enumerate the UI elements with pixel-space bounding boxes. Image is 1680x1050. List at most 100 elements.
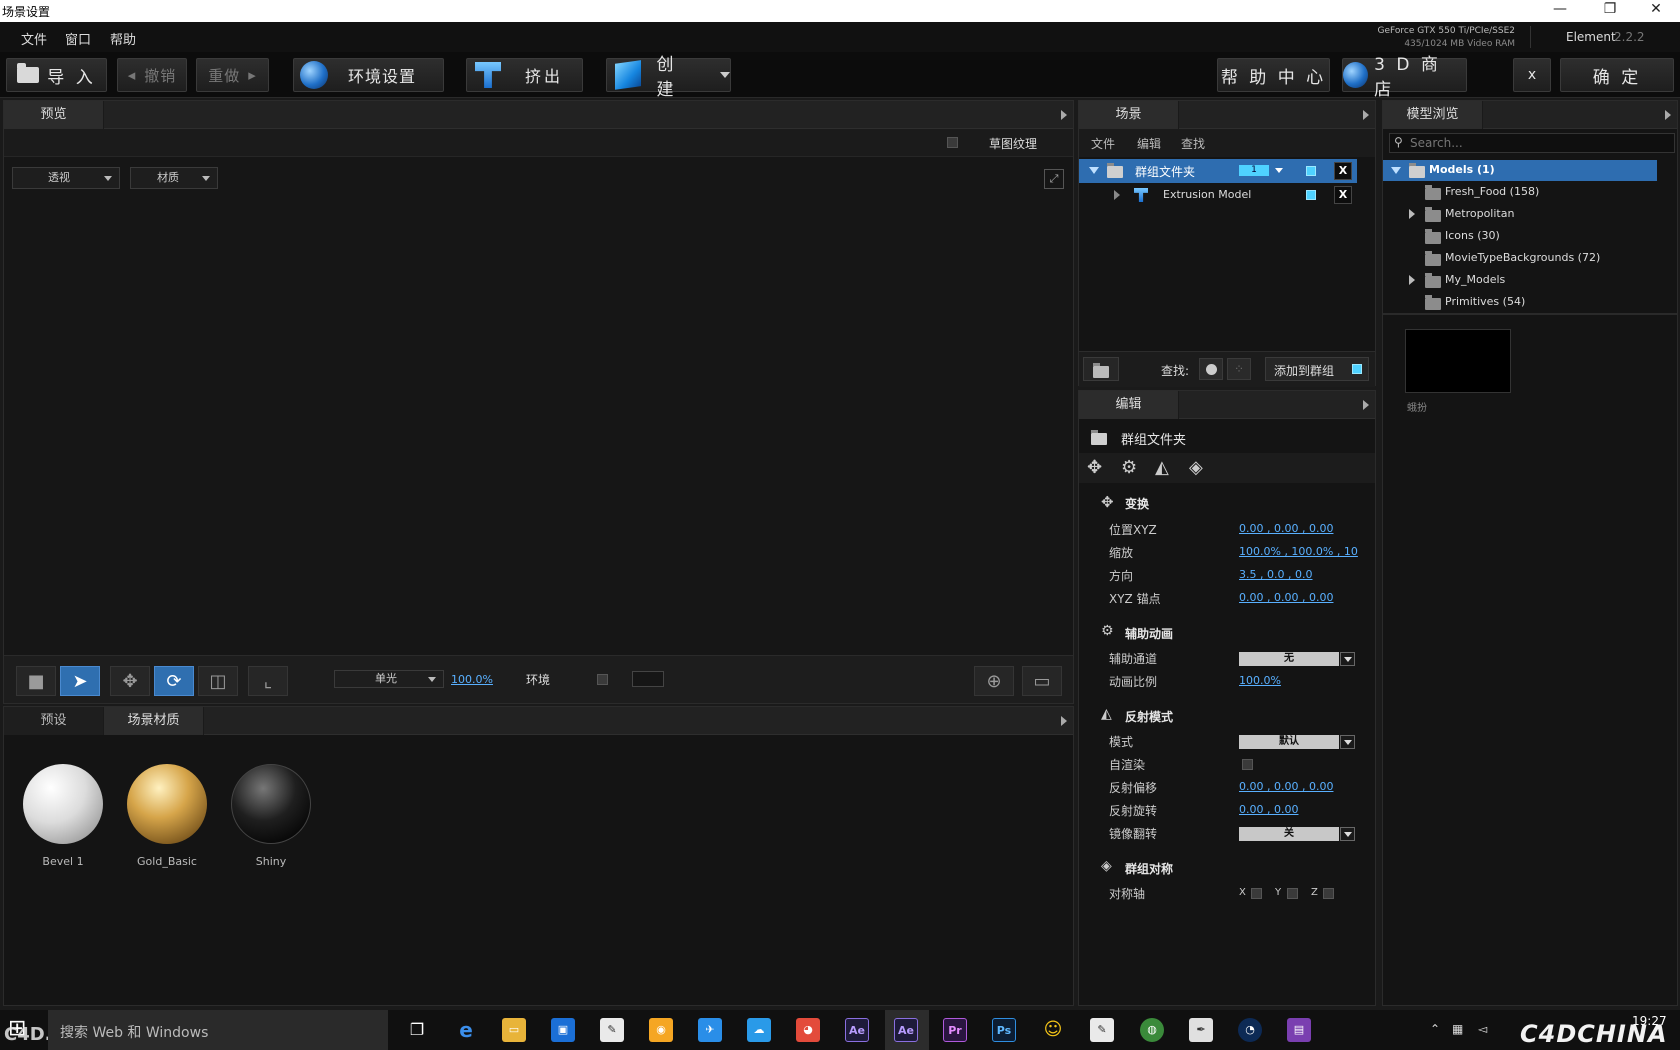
- edge-browser-icon[interactable]: e: [454, 1018, 478, 1042]
- chevron-down-icon[interactable]: [1340, 827, 1355, 841]
- model-item-fresh-food[interactable]: Fresh_Food (158): [1383, 182, 1657, 203]
- chevron-down-icon[interactable]: [1275, 168, 1283, 173]
- ratio-value[interactable]: 100.0%: [1239, 674, 1281, 687]
- premiere-icon[interactable]: Pr: [943, 1018, 967, 1042]
- notepad-icon[interactable]: ✎: [600, 1018, 624, 1042]
- select-arrow-icon[interactable]: ➤: [60, 666, 100, 696]
- scene-menu-edit[interactable]: 编辑: [1137, 135, 1161, 152]
- tab-model-browser[interactable]: 模型浏览: [1383, 101, 1483, 129]
- tab-scene[interactable]: 场景: [1079, 101, 1179, 129]
- panel-expand-icon[interactable]: [1061, 716, 1067, 726]
- ok-button[interactable]: 确 定: [1560, 58, 1674, 92]
- axis-x-checkbox[interactable]: [1251, 888, 1262, 899]
- environment-swatch[interactable]: [632, 671, 664, 687]
- axis-z-checkbox[interactable]: [1323, 888, 1334, 899]
- create-button[interactable]: 创 建: [606, 55, 731, 100]
- rotate-tool-icon[interactable]: ⟳: [154, 666, 194, 696]
- orientation-value[interactable]: 3.5 , 0.0 , 0.0: [1239, 568, 1312, 581]
- rotation-value[interactable]: 0.00 , 0.00: [1239, 803, 1298, 816]
- light-dropdown[interactable]: 单光: [334, 670, 444, 688]
- tab-presets[interactable]: 预设: [4, 707, 104, 735]
- expand-triangle-icon[interactable]: [1114, 190, 1120, 200]
- store-app-icon[interactable]: ▣: [551, 1018, 575, 1042]
- restore-button[interactable]: ❐: [1590, 1, 1630, 21]
- panel-expand-icon[interactable]: [1061, 110, 1067, 120]
- scene-row-extrusion-model[interactable]: Extrusion Model X: [1079, 183, 1357, 207]
- scale-tool-icon[interactable]: ◫: [198, 666, 238, 696]
- help-center-button[interactable]: 帮 助 中 心: [1217, 58, 1330, 92]
- sketch-texture-checkbox[interactable]: [947, 137, 958, 148]
- scene-menu-file[interactable]: 文件: [1091, 135, 1115, 152]
- view-dropdown[interactable]: 透视: [12, 167, 120, 189]
- add-to-group-button[interactable]: 添加到群组: [1265, 357, 1369, 381]
- archive-app-icon[interactable]: ▤: [1287, 1018, 1311, 1042]
- move-icon[interactable]: ✥: [1087, 457, 1102, 478]
- undo-button[interactable]: ◂ 撤销: [117, 58, 187, 92]
- reflection-section[interactable]: ◭ 反射模式: [1081, 705, 1357, 727]
- scale-value[interactable]: 100.0% , 100.0% , 10: [1239, 545, 1358, 558]
- tray-volume-icon[interactable]: ◅: [1478, 1022, 1487, 1036]
- delete-button[interactable]: X: [1334, 186, 1352, 204]
- tab-edit[interactable]: 编辑: [1079, 391, 1179, 419]
- panel-expand-icon[interactable]: [1363, 400, 1369, 410]
- text-editor-icon[interactable]: ✎: [1090, 1018, 1114, 1042]
- find-scatter-button[interactable]: ⁘: [1227, 358, 1251, 380]
- aux-channel-dropdown[interactable]: 无: [1239, 652, 1339, 666]
- tray-network-icon[interactable]: ▦: [1452, 1022, 1463, 1036]
- qq-icon[interactable]: ☺: [1041, 1018, 1065, 1042]
- models-search[interactable]: ⚲: [1389, 133, 1675, 153]
- model-item-root[interactable]: Models (1): [1383, 160, 1657, 181]
- symmetry-section[interactable]: ◈ 群组对称: [1081, 857, 1357, 879]
- symmetry-icon[interactable]: ◈: [1189, 457, 1203, 478]
- model-item-movie-backgrounds[interactable]: MovieTypeBackgrounds (72): [1383, 248, 1657, 269]
- globe-app-icon[interactable]: ◍: [1140, 1018, 1164, 1042]
- model-item-my-models[interactable]: My_Models: [1383, 270, 1657, 291]
- aux-animation-section[interactable]: ⚙ 辅助动画: [1081, 622, 1357, 644]
- display-icon[interactable]: ▭: [1022, 666, 1062, 696]
- model-item-icons[interactable]: Icons (30): [1383, 226, 1657, 247]
- gears-icon[interactable]: ⚙: [1121, 457, 1137, 478]
- expand-triangle-icon[interactable]: [1409, 209, 1415, 219]
- extrude-button[interactable]: 挤出: [466, 58, 583, 92]
- file-explorer-icon[interactable]: ▭: [502, 1018, 526, 1042]
- axis-tool-icon[interactable]: ⌞: [248, 666, 288, 696]
- expand-triangle-icon[interactable]: [1409, 275, 1415, 285]
- anchor-value[interactable]: 0.00 , 0.00 , 0.00: [1239, 591, 1333, 604]
- expand-triangle-icon[interactable]: [1391, 167, 1401, 174]
- media-app-icon[interactable]: ◉: [649, 1018, 673, 1042]
- cancel-x-button[interactable]: x: [1513, 58, 1551, 92]
- cinema4d-icon[interactable]: ◔: [1238, 1018, 1262, 1042]
- visibility-toggle[interactable]: [1306, 166, 1316, 176]
- material-ball-bevel[interactable]: [23, 764, 103, 844]
- model-item-metropolitan[interactable]: Metropolitan: [1383, 204, 1657, 225]
- redo-button[interactable]: 重做 ▸: [196, 58, 269, 92]
- 3d-store-button[interactable]: 3 D 商 店: [1342, 55, 1467, 100]
- mirror-dropdown[interactable]: 关: [1239, 827, 1339, 841]
- panel-expand-icon[interactable]: [1665, 110, 1671, 120]
- tab-preview[interactable]: 预览: [4, 101, 104, 129]
- task-view-icon[interactable]: ❐: [405, 1018, 429, 1042]
- chevron-down-icon[interactable]: [1340, 735, 1355, 749]
- maximize-viewport-icon[interactable]: ⤢: [1044, 169, 1064, 189]
- model-thumbnail[interactable]: [1405, 329, 1511, 393]
- camera-tool-icon[interactable]: ■: [16, 666, 56, 696]
- move-tool-icon[interactable]: ✥: [110, 666, 150, 696]
- model-item-primitives[interactable]: Primitives (54): [1383, 292, 1657, 313]
- close-button[interactable]: ✕: [1636, 1, 1676, 21]
- pen-app-icon[interactable]: ✒: [1189, 1018, 1213, 1042]
- mode-dropdown[interactable]: 默认: [1239, 735, 1339, 749]
- photoshop-icon[interactable]: Ps: [992, 1018, 1016, 1042]
- after-effects-icon-active[interactable]: Ae: [894, 1018, 918, 1042]
- menu-help[interactable]: 帮助: [110, 29, 136, 48]
- search-input[interactable]: [1410, 135, 1670, 151]
- environment-button[interactable]: 环境设置: [293, 58, 444, 92]
- tray-up-arrow-icon[interactable]: ⌃: [1430, 1022, 1440, 1036]
- minimize-button[interactable]: —: [1540, 1, 1580, 21]
- game-app-icon[interactable]: ◕: [796, 1018, 820, 1042]
- panel-expand-icon[interactable]: [1363, 110, 1369, 120]
- find-sphere-button[interactable]: [1199, 358, 1223, 380]
- self-render-checkbox[interactable]: [1242, 759, 1253, 770]
- chevron-down-icon[interactable]: [1340, 652, 1355, 666]
- import-button[interactable]: 导 入: [6, 58, 107, 92]
- add-to-group-toggle[interactable]: [1352, 364, 1362, 374]
